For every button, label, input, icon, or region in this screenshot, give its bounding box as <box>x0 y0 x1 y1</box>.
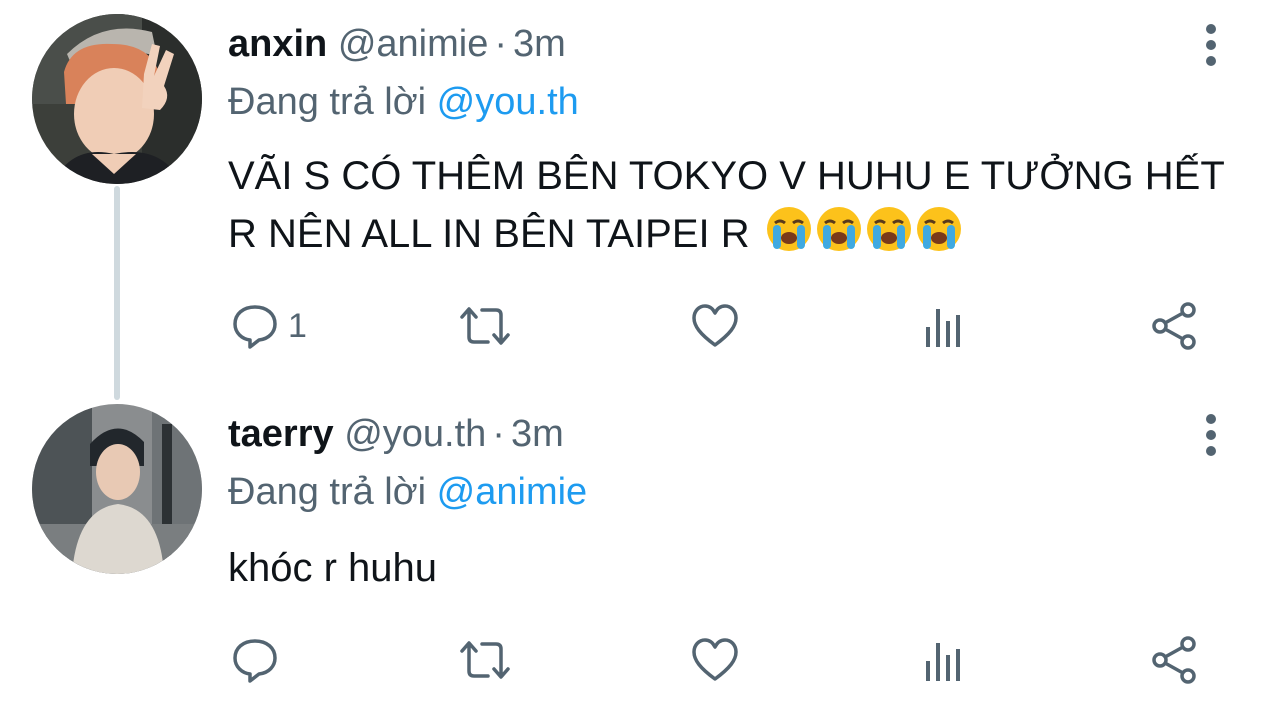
tweet-body: khóc r huhu <box>228 546 438 590</box>
share-button[interactable] <box>1150 296 1200 356</box>
tweet-header: taerry @you.th · 3m <box>228 412 564 456</box>
tweet-header: anxin @animie · 3m <box>228 22 566 66</box>
replying-to-mention[interactable]: @animie <box>437 471 588 513</box>
retweet-button[interactable] <box>456 630 514 690</box>
share-button[interactable] <box>1150 630 1200 690</box>
more-icon[interactable] <box>1196 22 1226 68</box>
views-button[interactable] <box>922 630 966 690</box>
like-button[interactable] <box>690 296 740 356</box>
reply-icon <box>233 305 277 349</box>
tweet[interactable]: anxin @animie · 3m Đang trả lời @you.th VÃ… <box>0 0 1280 390</box>
user-handle[interactable]: @animie <box>338 23 489 65</box>
separator-dot: · <box>494 23 507 65</box>
separator-dot: · <box>492 413 505 455</box>
loudly-crying-face-icon <box>766 207 811 251</box>
loudly-crying-face-icon <box>866 207 911 251</box>
loudly-crying-face-icon <box>916 207 961 251</box>
replying-to: Đang trả lời @you.th <box>228 80 579 124</box>
more-icon[interactable] <box>1196 412 1226 458</box>
like-icon <box>692 638 738 681</box>
timestamp[interactable]: 3m <box>513 23 566 65</box>
replying-to: Đang trả lời @animie <box>228 470 587 514</box>
replying-to-label: Đang trả lời <box>228 471 427 513</box>
views-icon <box>926 643 960 681</box>
share-icon <box>1152 302 1196 350</box>
like-icon <box>692 304 738 347</box>
tweet-text: khóc r huhu <box>228 540 1238 597</box>
reply-icon <box>233 639 277 683</box>
loudly-crying-face-icon <box>816 207 861 251</box>
action-bar: 1 <box>0 296 1280 356</box>
retweet-button[interactable] <box>456 296 514 356</box>
avatar[interactable] <box>32 404 202 574</box>
tweet-text: VÃI S CÓ THÊM BÊN TOKYO V HUHU E TƯỞNG H… <box>228 148 1238 263</box>
reply-button[interactable] <box>230 630 288 690</box>
replying-to-mention[interactable]: @you.th <box>437 81 579 123</box>
tweet-body: VÃI S CÓ THÊM BÊN TOKYO V HUHU E TƯỞNG H… <box>228 154 1225 256</box>
tweet[interactable]: taerry @you.th · 3m Đang trả lời @animie k… <box>0 390 1280 704</box>
user-handle[interactable]: @you.th <box>344 413 486 455</box>
reply-button[interactable]: 1 <box>230 296 307 356</box>
retweet-icon <box>460 641 510 679</box>
display-name[interactable]: anxin <box>228 23 327 65</box>
action-bar <box>0 630 1280 690</box>
views-icon <box>926 309 960 347</box>
display-name[interactable]: taerry <box>228 413 334 455</box>
retweet-icon <box>460 307 510 345</box>
reply-count: 1 <box>288 307 307 345</box>
emoji-group <box>765 205 965 253</box>
replying-to-label: Đang trả lời <box>228 81 427 123</box>
timestamp[interactable]: 3m <box>511 413 564 455</box>
views-button[interactable] <box>922 296 966 356</box>
avatar[interactable] <box>32 14 202 184</box>
like-button[interactable] <box>690 630 740 690</box>
share-icon <box>1152 636 1196 684</box>
